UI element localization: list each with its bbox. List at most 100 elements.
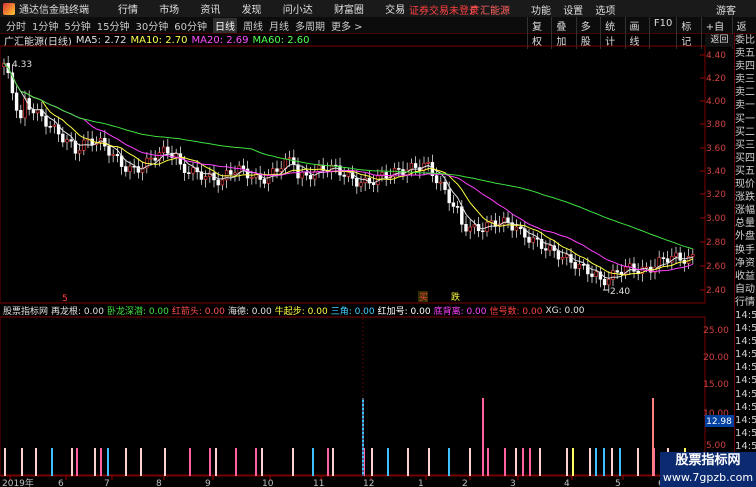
- candle-body: [607, 279, 611, 286]
- candle-body: [77, 150, 82, 154]
- candle-body: [460, 206, 464, 225]
- candle-body: [665, 258, 670, 263]
- candle-body: [531, 237, 535, 243]
- x-axis-label: 2: [462, 479, 468, 487]
- indicator-item: 卧龙深潜: 0.00: [106, 307, 169, 317]
- candle-body: [128, 165, 132, 172]
- indicator-item: 红箭头: 0.00: [171, 307, 225, 317]
- candle-body: [426, 162, 430, 164]
- indicator-item: 底背离: 0.00: [433, 307, 487, 317]
- sidebar-field: 14:50: [735, 349, 756, 361]
- candle-body: [468, 226, 472, 232]
- candle-body: [481, 230, 485, 233]
- sidebar-field: 行情: [735, 296, 755, 308]
- candle-body: [149, 157, 153, 160]
- y-axis-label: 3.80: [706, 120, 726, 130]
- indicator-item: 三角: 0.00: [330, 307, 375, 317]
- candle-body: [544, 248, 548, 251]
- candle-body: [111, 154, 115, 156]
- candle-body: [464, 223, 468, 232]
- indicator-item: 红加号: 0.00: [377, 307, 431, 317]
- y-axis-label: 3.60: [706, 144, 726, 154]
- ma5-line: [3, 62, 693, 279]
- watermark-title: 股票指标网: [675, 453, 741, 468]
- candle-body: [35, 109, 40, 114]
- candle-body: [455, 206, 460, 208]
- candle-body: [611, 270, 615, 280]
- low-price-label: 2.40: [610, 287, 630, 297]
- candle-body: [69, 139, 73, 142]
- sidebar-field: 涨幅: [735, 205, 755, 217]
- candle-body: [216, 179, 220, 186]
- x-axis-label: 1: [418, 479, 424, 487]
- candle-body: [250, 177, 254, 179]
- ma60-line: [3, 62, 693, 250]
- sidebar-field: 卖三: [735, 74, 755, 86]
- sidebar-field: 买一: [735, 113, 755, 125]
- candle-body: [691, 254, 695, 257]
- signal-marker: 买: [419, 292, 428, 303]
- sidebar-field: 14:50: [735, 401, 756, 413]
- sidebar-field: 外盘: [735, 231, 755, 243]
- candle-body: [19, 110, 23, 119]
- x-axis-label: 3: [510, 479, 516, 487]
- sidebar-field: 14:50: [735, 414, 756, 426]
- x-axis-label: 2019年: [2, 477, 34, 487]
- indicator-name[interactable]: 股票指标网: [3, 304, 48, 317]
- y-axis-label: 4.00: [706, 97, 726, 107]
- signal-marker: 跌: [451, 292, 460, 303]
- y-axis-label: 2.60: [706, 262, 726, 272]
- sidebar-field: 14:50: [735, 388, 756, 400]
- candle-body: [308, 174, 313, 180]
- candle-body: [565, 254, 569, 258]
- candle-body: [615, 270, 619, 273]
- candle-body: [107, 145, 111, 156]
- watermark-url: www.7gpzb.com: [662, 471, 754, 484]
- y-axis-label: 3.20: [706, 190, 726, 200]
- candle-body: [413, 163, 418, 168]
- watermark: 股票指标网 www.7gpzb.com: [660, 452, 756, 487]
- candle-body: [304, 171, 309, 176]
- candle-body: [182, 163, 187, 173]
- indicator-header: 股票指标网 再龙根: 0.00 卧龙深潜: 0.00 红箭头: 0.00 海德:…: [0, 304, 585, 318]
- candle-body: [191, 167, 195, 174]
- current-value-label: 12.98: [706, 417, 732, 427]
- x-axis-label: 12: [363, 479, 374, 487]
- kline-chart[interactable]: 4.40 4.20 4.00 3.80 3.60 3.40 3.20 3.00 2.80 2.60…: [0, 0, 734, 487]
- sidebar-field: 14:50: [735, 362, 756, 374]
- candle-body: [443, 181, 447, 190]
- sidebar-field: 现价: [735, 179, 755, 191]
- candle-body: [65, 139, 69, 143]
- candle-body: [674, 252, 678, 257]
- indicator-item: 牛起步: 0.00: [274, 307, 328, 317]
- candle-body: [346, 172, 351, 177]
- sidebar-field: 买五: [735, 165, 755, 177]
- sidebar-field: 卖四: [735, 61, 755, 73]
- candle-body: [300, 171, 304, 179]
- ma20-line: [3, 62, 693, 272]
- sidebar-field: 收益: [735, 270, 755, 282]
- candle-body: [287, 157, 292, 160]
- candle-body: [296, 164, 300, 179]
- candle-body: [355, 178, 359, 187]
- candle-body: [241, 165, 246, 170]
- candle-body: [124, 166, 128, 172]
- indicator-item: 信号数: 0.00: [489, 307, 543, 317]
- signal-marker: 5: [62, 294, 68, 304]
- candle-body: [514, 226, 519, 231]
- indicator-item: XG: 0.00: [545, 305, 585, 316]
- candle-body: [279, 168, 283, 172]
- sidebar-field: 14:50: [735, 309, 756, 321]
- x-axis-label: 6: [58, 479, 64, 487]
- indicator-item: 再龙根: 0.00: [51, 307, 104, 317]
- candle-body: [161, 146, 166, 154]
- candle-body: [439, 181, 443, 184]
- sidebar-field: 净资: [735, 257, 755, 269]
- candle-body: [233, 172, 237, 175]
- y-axis-label: 25.00: [703, 326, 729, 336]
- x-axis-label: 4: [564, 479, 570, 487]
- candle-body: [23, 98, 27, 119]
- y-axis-label: 4.20: [706, 74, 726, 84]
- x-axis-label: 10: [262, 479, 274, 487]
- sidebar-field: 总量: [735, 218, 755, 230]
